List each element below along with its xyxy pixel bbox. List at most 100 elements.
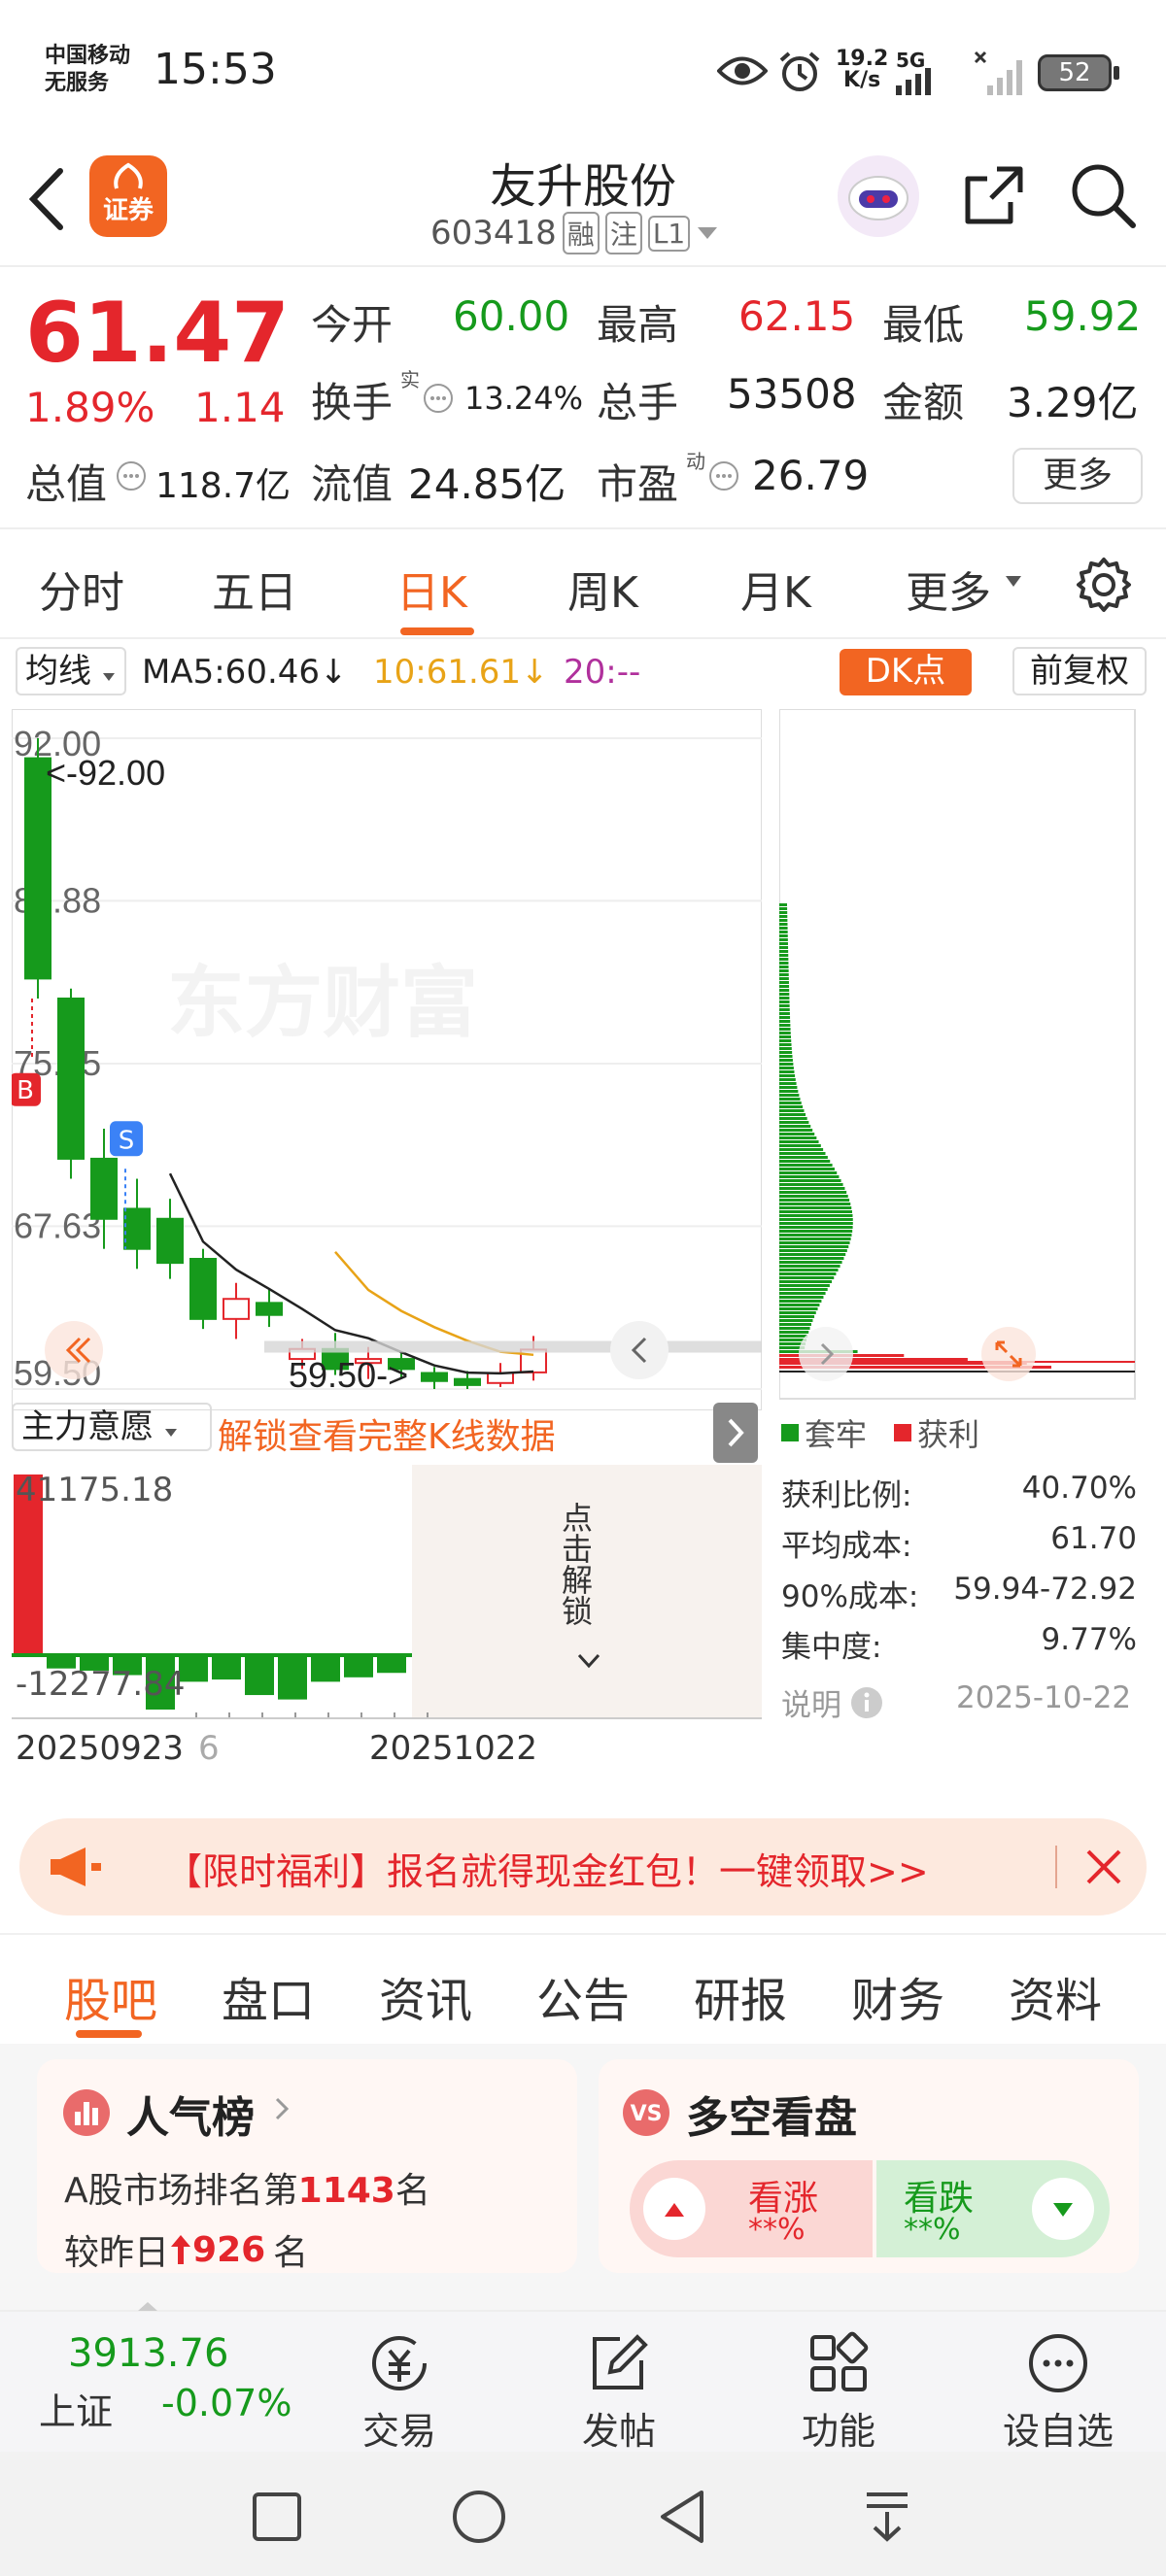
chip-bar (779, 1265, 840, 1268)
tab-five-day[interactable]: 五日 (212, 558, 297, 620)
candle-body (223, 1298, 250, 1320)
chip-bar (779, 958, 789, 961)
kline-chart[interactable]: 92.0083.8875.7567.6359.50东方财富<-92.0059.5… (12, 709, 762, 1410)
info-circle-icon[interactable] (422, 382, 455, 415)
robot-icon (848, 176, 909, 220)
home-icon[interactable] (451, 2489, 507, 2545)
share-icon[interactable] (962, 163, 1026, 227)
trade-button[interactable]: 交易 (326, 2331, 472, 2455)
info-icon[interactable] (849, 1685, 884, 1720)
tab-announcements[interactable]: 公告 (536, 1962, 630, 2030)
tab-profile[interactable]: 资料 (1009, 1962, 1102, 2030)
chip-legend: 套牢 获利 (781, 1410, 979, 1455)
avg-cost-band (264, 1340, 762, 1353)
change-amount: 1.14 (194, 384, 286, 431)
recent-apps-icon[interactable] (251, 2491, 303, 2543)
chip-bar (779, 1032, 791, 1034)
chip-bar (779, 993, 790, 996)
tab-news[interactable]: 资讯 (379, 1962, 472, 2030)
chip-bar (779, 950, 789, 953)
chip-bar (779, 1199, 850, 1202)
back-icon[interactable] (657, 2489, 707, 2545)
chip-bar (779, 1206, 852, 1209)
tab-research[interactable]: 研报 (694, 1962, 787, 2030)
chip-bar (779, 1063, 794, 1066)
date-start-partial: 6 (198, 1729, 220, 1768)
chip-bar (779, 1288, 828, 1291)
index-widget[interactable]: 3913.76 上证 -0.07% (19, 2331, 311, 2438)
volume-value: 53508 (727, 370, 857, 418)
turnover-value: 13.24% (464, 380, 584, 417)
chip-bar (779, 1082, 797, 1085)
tab-daily-k[interactable]: 日K (396, 558, 467, 620)
bull-button[interactable]: 看涨 **% (630, 2160, 873, 2257)
popularity-card[interactable]: 人气榜 A股市场排名第1143名 较昨日 926 名 (37, 2059, 577, 2273)
chip-bar (779, 1218, 853, 1221)
chip-bar (779, 1307, 818, 1310)
signal-icon (896, 68, 931, 95)
buy-marker-label: B (17, 1076, 34, 1105)
chip-bar (779, 1035, 791, 1038)
net-unit: K/s (843, 68, 881, 92)
add-watchlist-button[interactable]: 设自选 (985, 2331, 1131, 2455)
gear-icon[interactable] (1075, 556, 1133, 614)
chip-bar (779, 985, 790, 988)
chip-bar (779, 1012, 790, 1015)
chip-bar (779, 1024, 791, 1027)
chip-bar (779, 1051, 793, 1054)
min-price-note: 59.50-> (289, 1355, 408, 1395)
assistant-avatar[interactable] (838, 155, 919, 237)
long-short-card[interactable]: VS 多空看盘 看涨 **% 看跌 **% (599, 2059, 1139, 2273)
tab-forum[interactable]: 股吧 (64, 1962, 157, 2030)
chip-bar (779, 1113, 806, 1116)
tab-intraday[interactable]: 分时 (39, 558, 124, 620)
chip-bar (779, 1067, 794, 1069)
high-value: 62.15 (738, 292, 856, 340)
chip-bar (779, 1203, 851, 1205)
legend-trapped: 套牢 (805, 1416, 868, 1453)
chip-note-label[interactable]: 说明 (781, 1680, 841, 1724)
change-percent: 1.89% (25, 384, 155, 431)
svg-text:VS: VS (631, 2102, 663, 2126)
main-force-bar (212, 1655, 241, 1680)
info-circle-icon[interactable] (707, 459, 740, 492)
caret-down-icon[interactable] (696, 225, 719, 241)
chip-bar (779, 1160, 831, 1163)
floatcap-label: 流值 (311, 460, 394, 508)
close-icon[interactable] (1084, 1847, 1123, 1886)
turnover-sup: 实 (400, 368, 420, 391)
collapse-caret-icon[interactable] (136, 2300, 159, 2312)
dropdown-icon[interactable] (861, 2489, 913, 2545)
chip-bar (779, 1086, 798, 1089)
search-icon[interactable] (1069, 161, 1137, 229)
tab-finance[interactable]: 财务 (851, 1962, 944, 2030)
info-circle-icon[interactable] (115, 459, 148, 492)
alarm-icon (779, 51, 820, 91)
functions-button[interactable]: 功能 (766, 2331, 911, 2455)
chart-next-button[interactable] (713, 1403, 758, 1463)
scroll-left-button (45, 1321, 103, 1379)
chip-bar (779, 1148, 824, 1151)
unlock-kline-link[interactable]: 解锁查看完整K线数据 (218, 1408, 556, 1459)
caret-down-icon (164, 1429, 177, 1437)
tab-weekly-k[interactable]: 周K (567, 558, 638, 620)
adjust-button[interactable]: 前复权 (1012, 647, 1147, 695)
main-force-selector[interactable]: 主力意愿 (12, 1403, 212, 1451)
ma-selector[interactable]: 均线 (16, 647, 126, 695)
tab-more[interactable]: 更多 (906, 558, 991, 620)
promo-banner[interactable]: 【限时福利】报名就得现金红包！一键领取>> (19, 1818, 1147, 1915)
bear-button[interactable]: 看跌 **% (876, 2160, 1110, 2257)
floatcap-value: 24.85亿 (408, 460, 566, 508)
unlock-vertical-button[interactable]: 点击解锁 (556, 1502, 595, 1626)
more-button[interactable]: 更多 (1012, 448, 1143, 504)
chip-bar (779, 1304, 820, 1306)
tab-monthly-k[interactable]: 月K (740, 558, 811, 620)
promo-text[interactable]: 【限时福利】报名就得现金红包！一键领取>> (165, 1842, 929, 1895)
tab-order-book[interactable]: 盘口 (222, 1962, 315, 2030)
chip-prev-bg (799, 1327, 853, 1381)
tag-level: L1 (647, 215, 691, 252)
chevron-down-icon (577, 1653, 600, 1669)
dk-point-button[interactable]: DK点 (840, 649, 972, 695)
chip-bar (779, 1296, 824, 1299)
post-button[interactable]: 发帖 (546, 2331, 692, 2455)
